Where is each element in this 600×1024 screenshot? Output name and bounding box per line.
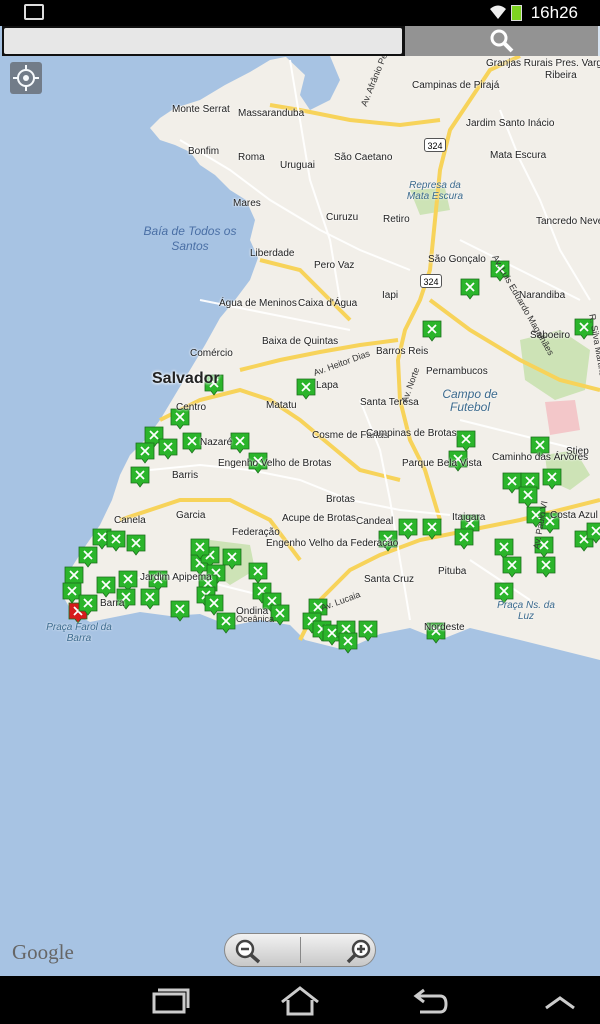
neighborhood-label: Retiro xyxy=(383,214,410,225)
neighborhood-label: Bonfim xyxy=(188,146,220,157)
neighborhood-label: Roma xyxy=(238,152,265,163)
neighborhood-label: Costa Azul xyxy=(550,510,598,521)
neighborhood-label: São Caetano xyxy=(334,152,393,163)
neighborhood-label: Barros Reis xyxy=(376,346,429,357)
search-button[interactable] xyxy=(405,26,600,56)
neighborhood-label: Engenho Velho de Brotas xyxy=(218,458,332,469)
neighborhood-label: Liberdade xyxy=(250,248,295,259)
battery-icon xyxy=(511,5,522,21)
neighborhood-label: Nazaré xyxy=(200,437,233,448)
neighborhood-label: Acupe de Brotas xyxy=(282,513,356,524)
neighborhood-label: Tancredo Neves xyxy=(536,216,600,227)
recent-apps-button[interactable] xyxy=(144,982,200,1018)
clock: 16h26 xyxy=(530,3,578,22)
back-icon xyxy=(413,988,448,1014)
neighborhood-label: Nordeste xyxy=(424,622,465,633)
neighborhood-label: Engenho Velho da Federação xyxy=(266,538,399,549)
zoom-control xyxy=(224,933,376,967)
neighborhood-label: Curuzu xyxy=(326,212,359,223)
neighborhood-label: Centro xyxy=(176,402,207,413)
neighborhood-label: Pernambucos xyxy=(426,366,488,377)
neighborhood-label: Lapa xyxy=(316,380,339,391)
poi-farol: Praça Farol da Barra xyxy=(46,622,112,644)
neighborhood-label: Garcia xyxy=(176,510,206,521)
neighborhood-label: Matatu xyxy=(266,400,297,411)
neighborhood-label: Uruguai xyxy=(280,160,316,171)
neighborhood-label: Parque Bela Vista xyxy=(402,458,482,469)
bay-label: Baía de Todos os Santos xyxy=(143,224,237,253)
zoom-in-button[interactable] xyxy=(301,934,376,966)
neighborhood-label: Monte Serrat xyxy=(172,104,230,115)
highway-shield: 324 xyxy=(424,138,446,152)
neighborhood-label: Brotas xyxy=(326,494,355,505)
neighborhood-label: Campinas de Brotas xyxy=(366,428,457,439)
gallery-notification-icon xyxy=(24,4,44,20)
neighborhood-label: Barris xyxy=(172,470,199,481)
search-input[interactable] xyxy=(4,28,402,54)
neighborhood-label: Itaigara xyxy=(452,512,486,523)
neighborhood-label: Caminho das Árvores xyxy=(492,452,589,463)
neighborhood-label: São Gonçalo xyxy=(428,254,486,265)
neighborhood-label: Federação xyxy=(232,527,280,538)
neighborhood-label: Comércio xyxy=(190,348,233,359)
my-location-icon xyxy=(13,65,39,91)
neighborhood-label: Granjas Rurais Pres. Vargas xyxy=(486,58,600,69)
poi-represa: Represa da Mata Escura xyxy=(406,180,464,202)
zoom-out-button[interactable] xyxy=(225,934,300,966)
neighborhood-label: Pituba xyxy=(438,566,467,577)
neighborhood-label: Ribeira xyxy=(545,70,577,81)
menu-up-button[interactable] xyxy=(532,982,588,1018)
neighborhood-label: Candeal xyxy=(356,516,394,527)
home-icon xyxy=(281,986,319,1016)
status-bar: 16h26 xyxy=(0,0,600,26)
navigation-bar xyxy=(0,976,600,1024)
city-label: Salvador xyxy=(152,370,220,387)
wifi-icon xyxy=(490,5,506,19)
neighborhood-label: Santa Cruz xyxy=(364,574,415,585)
neighborhood-label: Canela xyxy=(114,515,146,526)
neighborhood-label: Campinas de Pirajá xyxy=(412,80,500,91)
search-icon xyxy=(490,29,514,53)
neighborhood-label: Água de Meninos xyxy=(219,298,297,309)
poi-luz: Praça Ns. da Luz xyxy=(497,600,555,622)
zoom-out-icon xyxy=(235,939,261,964)
neighborhood-label: Jardim Santo Inácio xyxy=(466,118,555,129)
recent-apps-icon xyxy=(152,988,190,1014)
neighborhood-label: Mata Escura xyxy=(490,150,547,161)
neighborhood-label: Baixa de Quintas xyxy=(262,336,339,347)
neighborhood-label: Massaranduba xyxy=(238,108,305,119)
back-button[interactable] xyxy=(402,982,458,1018)
zoom-in-icon xyxy=(346,939,371,964)
neighborhood-label: Caixa d'Água xyxy=(298,298,358,309)
menu-up-icon xyxy=(545,996,575,1010)
highway-shield: 324 xyxy=(420,274,442,288)
neighborhood-label: Jardim Apipema xyxy=(140,572,212,583)
neighborhood-label: Pero Vaz xyxy=(314,260,355,271)
search-bar xyxy=(2,26,600,56)
my-location-button[interactable] xyxy=(10,62,42,94)
road-label: Oceânica xyxy=(236,614,275,624)
neighborhood-label: Barra xyxy=(100,598,125,609)
neighborhood-label: Iapi xyxy=(382,290,399,301)
poi-campo: Campo de Futebol xyxy=(442,387,498,414)
neighborhood-label: Mares xyxy=(233,198,261,209)
home-button[interactable] xyxy=(272,982,328,1018)
google-logo: Google xyxy=(12,940,74,964)
